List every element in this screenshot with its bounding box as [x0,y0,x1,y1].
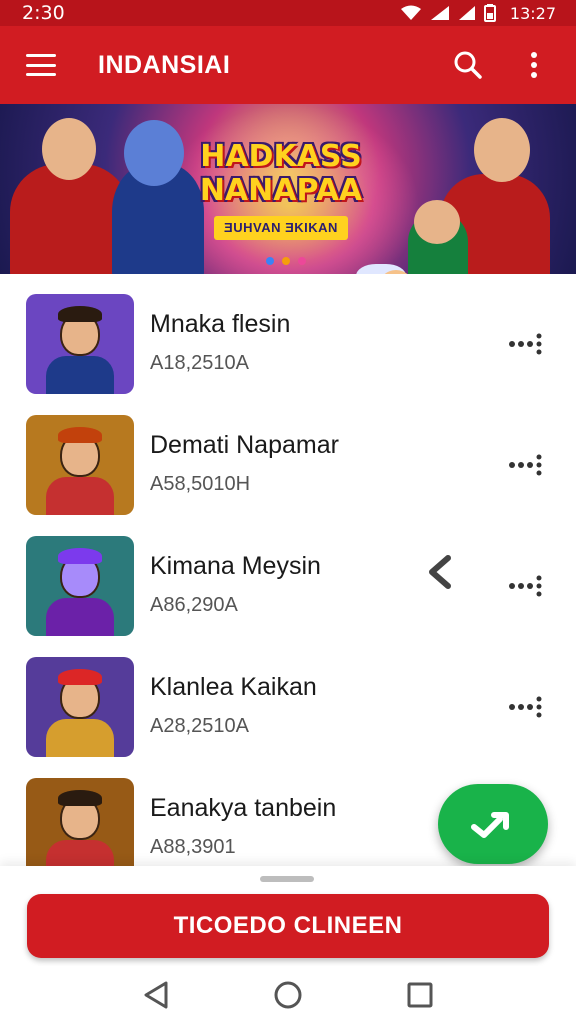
game-thumbnail [26,415,134,515]
banner-pagination [266,257,306,265]
list-item[interactable]: Mnaka flesin A18,2510A [0,274,576,395]
list-item[interactable]: Demati Napamar A58,5010H [0,395,576,516]
bottom-sheet: TICOEDO CLINEEN [0,866,576,966]
menu-icon[interactable] [26,54,56,76]
item-subtitle: A58,5010H [150,473,251,495]
more-vert-icon[interactable] [516,47,552,83]
share-arrow-icon [471,812,509,838]
primary-cta-button[interactable]: TICOEDO CLINEEN [27,894,549,958]
signal-icon [430,6,449,20]
chevron-left-icon[interactable] [422,550,458,594]
list-item[interactable]: Klanlea Kaikan A28,2510A [0,637,576,758]
more-horiz-icon[interactable] [506,450,546,480]
list-item[interactable]: Kimana Meysin A86,290A [0,516,576,637]
signal-icon-2 [458,6,475,20]
status-icons: 13:27 [400,4,556,23]
item-title: Kimana Meysin [150,552,321,580]
more-horiz-icon[interactable] [506,692,546,722]
battery-icon [483,4,496,22]
banner-subtitle: ƎUHVAN ƎKIKAN [214,216,348,240]
banner-title-line1: HADKASS [200,139,362,174]
banner-dot[interactable] [266,257,274,265]
recents-square-icon[interactable] [400,975,440,1015]
game-thumbnail [26,294,134,394]
app-title: INDANSIAI [98,50,231,79]
banner-dot[interactable] [282,257,290,265]
item-title: Klanlea Kaikan [150,673,317,701]
item-title: Mnaka flesin [150,310,291,338]
item-subtitle: A18,2510A [150,352,249,374]
game-thumbnail [26,536,134,636]
status-bar: 2:30 13:27 [0,0,576,26]
banner-title: HADKASS NANAPAA [186,140,376,208]
item-title: Eanakya tanbein [150,794,337,822]
banner-title-line2: NANAPAA [199,173,363,208]
banner-dot[interactable] [298,257,306,265]
promo-banner[interactable]: HADKASS NANAPAA ƎUHVAN ƎKIKAN [0,104,576,274]
home-circle-icon[interactable] [268,975,308,1015]
search-icon[interactable] [450,47,486,83]
item-subtitle: A88,3901 [150,836,236,858]
item-title: Demati Napamar [150,431,339,459]
status-time: 2:30 [22,2,65,24]
more-horiz-icon[interactable] [506,329,546,359]
item-subtitle: A86,290A [150,594,238,616]
game-thumbnail [26,657,134,757]
status-clock: 13:27 [509,3,556,23]
share-fab[interactable] [438,784,548,864]
banner-character-blue-face [124,120,184,186]
item-subtitle: A28,2510A [150,715,249,737]
more-horiz-icon[interactable] [506,571,546,601]
banner-character-right-face [474,118,530,182]
sheet-drag-handle[interactable] [260,876,314,882]
wifi-icon [400,5,421,20]
game-thumbnail [26,778,134,878]
system-nav-bar [0,966,576,1024]
banner-character-left-face [42,118,96,180]
back-triangle-icon[interactable] [136,975,176,1015]
app-bar: INDANSIAI [0,26,576,104]
app-actions [450,47,552,83]
banner-character-green-face [414,200,460,244]
